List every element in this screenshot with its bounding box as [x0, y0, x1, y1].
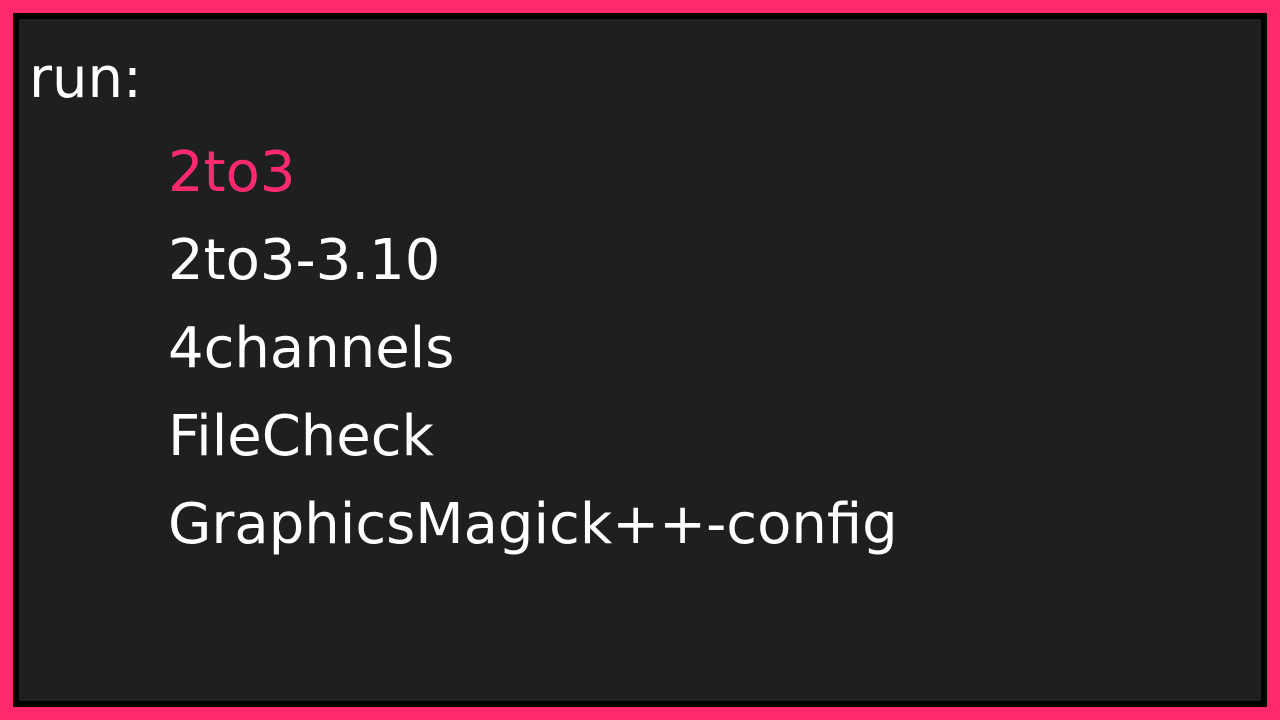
command-item-4channels[interactable]: 4channels	[168, 305, 898, 393]
command-list: 2to3 2to3-3.10 4channels FileCheck Graph…	[168, 129, 898, 569]
command-item-2to3[interactable]: 2to3	[168, 129, 898, 217]
command-item-graphicsmagick-config[interactable]: GraphicsMagick++-config	[168, 481, 898, 569]
command-item-2to3-3-10[interactable]: 2to3-3.10	[168, 217, 898, 305]
prompt-label: run:	[29, 46, 142, 111]
command-item-filecheck[interactable]: FileCheck	[168, 393, 898, 481]
launcher-panel: run: 2to3 2to3-3.10 4channels FileCheck …	[19, 19, 1261, 701]
